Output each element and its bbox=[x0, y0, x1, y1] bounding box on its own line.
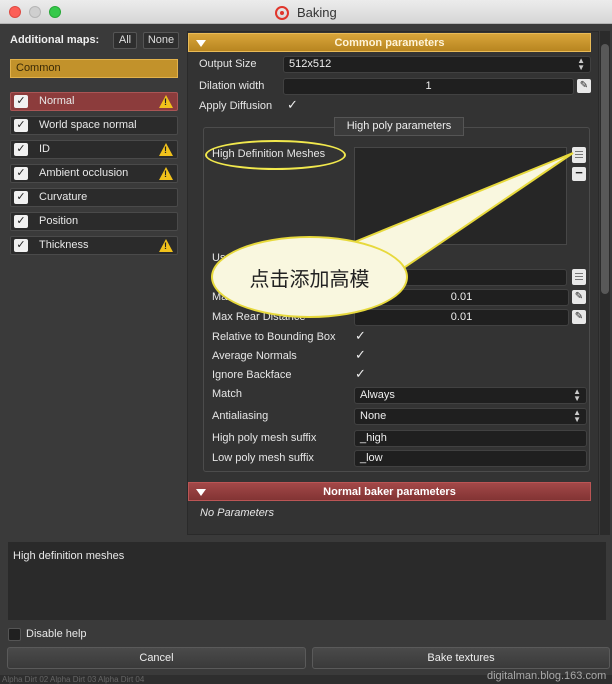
footer-shelf-text: Alpha Dirt 02 Alpha Dirt 03 Alpha Dirt 0… bbox=[2, 675, 145, 684]
bake-textures-button[interactable]: Bake textures bbox=[312, 647, 610, 669]
annotation-callout-text: 点击添加高模 bbox=[249, 267, 370, 291]
help-text: High definition meshes bbox=[13, 550, 125, 562]
watermark-text: digitalman.blog.163.com bbox=[487, 670, 607, 682]
disable-help-label: Disable help bbox=[26, 628, 87, 640]
cancel-button[interactable]: Cancel bbox=[7, 647, 306, 669]
disable-help-checkbox[interactable] bbox=[8, 628, 21, 641]
